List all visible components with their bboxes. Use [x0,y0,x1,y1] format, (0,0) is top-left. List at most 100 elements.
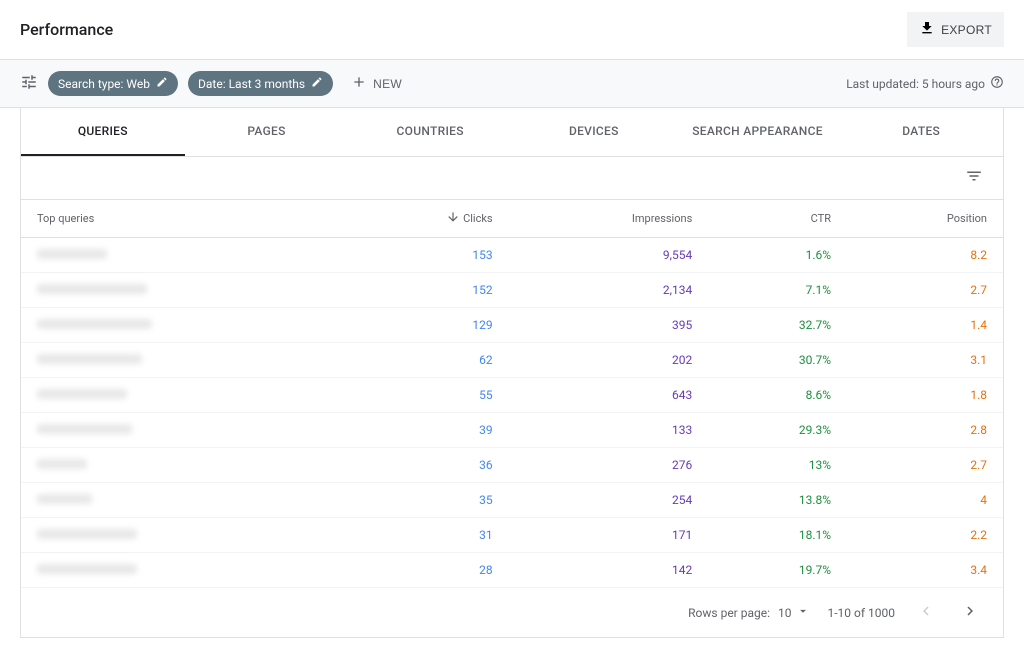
table-toolbar [21,157,1003,199]
ctr-cell: 32.7% [708,308,847,343]
col-position[interactable]: Position [847,200,1003,238]
new-label: NEW [373,77,402,91]
impressions-cell: 133 [509,413,709,448]
tab-pages[interactable]: PAGES [185,108,349,156]
search-type-chip[interactable]: Search type: Web [48,71,178,96]
pagination-bar: Rows per page: 10 1-10 of 1000 [21,588,1003,637]
last-updated: Last updated: 5 hours ago [846,75,1004,92]
clicks-cell: 28 [339,553,509,588]
impressions-cell: 276 [509,448,709,483]
clicks-cell: 36 [339,448,509,483]
clicks-cell: 39 [339,413,509,448]
query-cell [21,308,339,343]
query-cell [21,378,339,413]
chevron-down-icon [796,604,810,621]
query-cell [21,273,339,308]
date-range-label: Date: Last 3 months [198,77,305,91]
position-cell: 1.8 [847,378,1003,413]
query-cell [21,413,339,448]
tab-dates[interactable]: DATES [839,108,1003,156]
rows-per-page: Rows per page: 10 [688,604,809,621]
clicks-cell: 35 [339,483,509,518]
pagination-range: 1-10 of 1000 [828,606,896,620]
query-cell [21,238,339,273]
tab-search-appearance[interactable]: SEARCH APPEARANCE [676,108,840,156]
help-icon[interactable] [990,75,1004,92]
data-table: Top queries Clicks Impressions CTR Posit… [21,199,1003,588]
position-cell: 2.2 [847,518,1003,553]
table-row[interactable]: 6220230.7%3.1 [21,343,1003,378]
col-impressions[interactable]: Impressions [509,200,709,238]
impressions-cell: 9,554 [509,238,709,273]
tab-queries[interactable]: QUERIES [21,108,185,156]
impressions-cell: 2,134 [509,273,709,308]
tab-countries[interactable]: COUNTRIES [348,108,512,156]
impressions-cell: 643 [509,378,709,413]
col-query[interactable]: Top queries [21,200,339,238]
last-updated-text: Last updated: 5 hours ago [846,77,985,91]
table-filter-icon[interactable] [965,167,983,189]
position-cell: 2.7 [847,273,1003,308]
ctr-cell: 7.1% [708,273,847,308]
clicks-cell: 153 [339,238,509,273]
tab-devices[interactable]: DEVICES [512,108,676,156]
next-page-button[interactable] [957,598,983,627]
ctr-cell: 8.6% [708,378,847,413]
ctr-cell: 29.3% [708,413,847,448]
query-cell [21,448,339,483]
ctr-cell: 19.7% [708,553,847,588]
export-button[interactable]: EXPORT [907,12,1004,47]
table-row[interactable]: 3913329.3%2.8 [21,413,1003,448]
position-cell: 1.4 [847,308,1003,343]
date-range-chip[interactable]: Date: Last 3 months [188,71,333,96]
edit-icon [156,76,168,91]
position-cell: 2.7 [847,448,1003,483]
add-filter-button[interactable]: NEW [343,70,410,97]
position-cell: 2.8 [847,413,1003,448]
content-area: QUERIES PAGES COUNTRIES DEVICES SEARCH A… [0,108,1024,658]
page-header: Performance EXPORT [0,0,1024,60]
ctr-cell: 13.8% [708,483,847,518]
impressions-cell: 142 [509,553,709,588]
rows-per-page-label: Rows per page: [688,606,770,620]
export-label: EXPORT [941,23,992,37]
impressions-cell: 395 [509,308,709,343]
edit-icon [311,76,323,91]
ctr-cell: 18.1% [708,518,847,553]
impressions-cell: 254 [509,483,709,518]
ctr-cell: 13% [708,448,847,483]
page-title: Performance [20,20,113,39]
table-row[interactable]: 2814219.7%3.4 [21,553,1003,588]
rows-per-page-select[interactable]: 10 [778,604,810,621]
prev-page-button[interactable] [913,598,939,627]
table-row[interactable]: 12939532.7%1.4 [21,308,1003,343]
table-row[interactable]: 3117118.1%2.2 [21,518,1003,553]
query-cell [21,483,339,518]
filter-icon[interactable] [20,73,38,95]
col-ctr[interactable]: CTR [708,200,847,238]
col-clicks-label: Clicks [463,212,493,225]
query-cell [21,343,339,378]
impressions-cell: 171 [509,518,709,553]
position-cell: 3.4 [847,553,1003,588]
table-row[interactable]: 1522,1347.1%2.7 [21,273,1003,308]
filter-bar-left: Search type: Web Date: Last 3 months NEW [20,70,410,97]
filter-bar: Search type: Web Date: Last 3 months NEW… [0,60,1024,108]
table-row[interactable]: 556438.6%1.8 [21,378,1003,413]
table-row[interactable]: 1539,5541.6%8.2 [21,238,1003,273]
col-clicks[interactable]: Clicks [339,200,509,238]
position-cell: 8.2 [847,238,1003,273]
impressions-cell: 202 [509,343,709,378]
rows-per-page-value: 10 [778,606,792,620]
table-row[interactable]: 3525413.8%4 [21,483,1003,518]
clicks-cell: 31 [339,518,509,553]
query-cell [21,518,339,553]
table-row[interactable]: 3627613%2.7 [21,448,1003,483]
position-cell: 3.1 [847,343,1003,378]
query-cell [21,553,339,588]
tabs-row: QUERIES PAGES COUNTRIES DEVICES SEARCH A… [21,108,1003,157]
search-type-label: Search type: Web [58,77,150,91]
clicks-cell: 152 [339,273,509,308]
download-icon [919,20,935,39]
position-cell: 4 [847,483,1003,518]
